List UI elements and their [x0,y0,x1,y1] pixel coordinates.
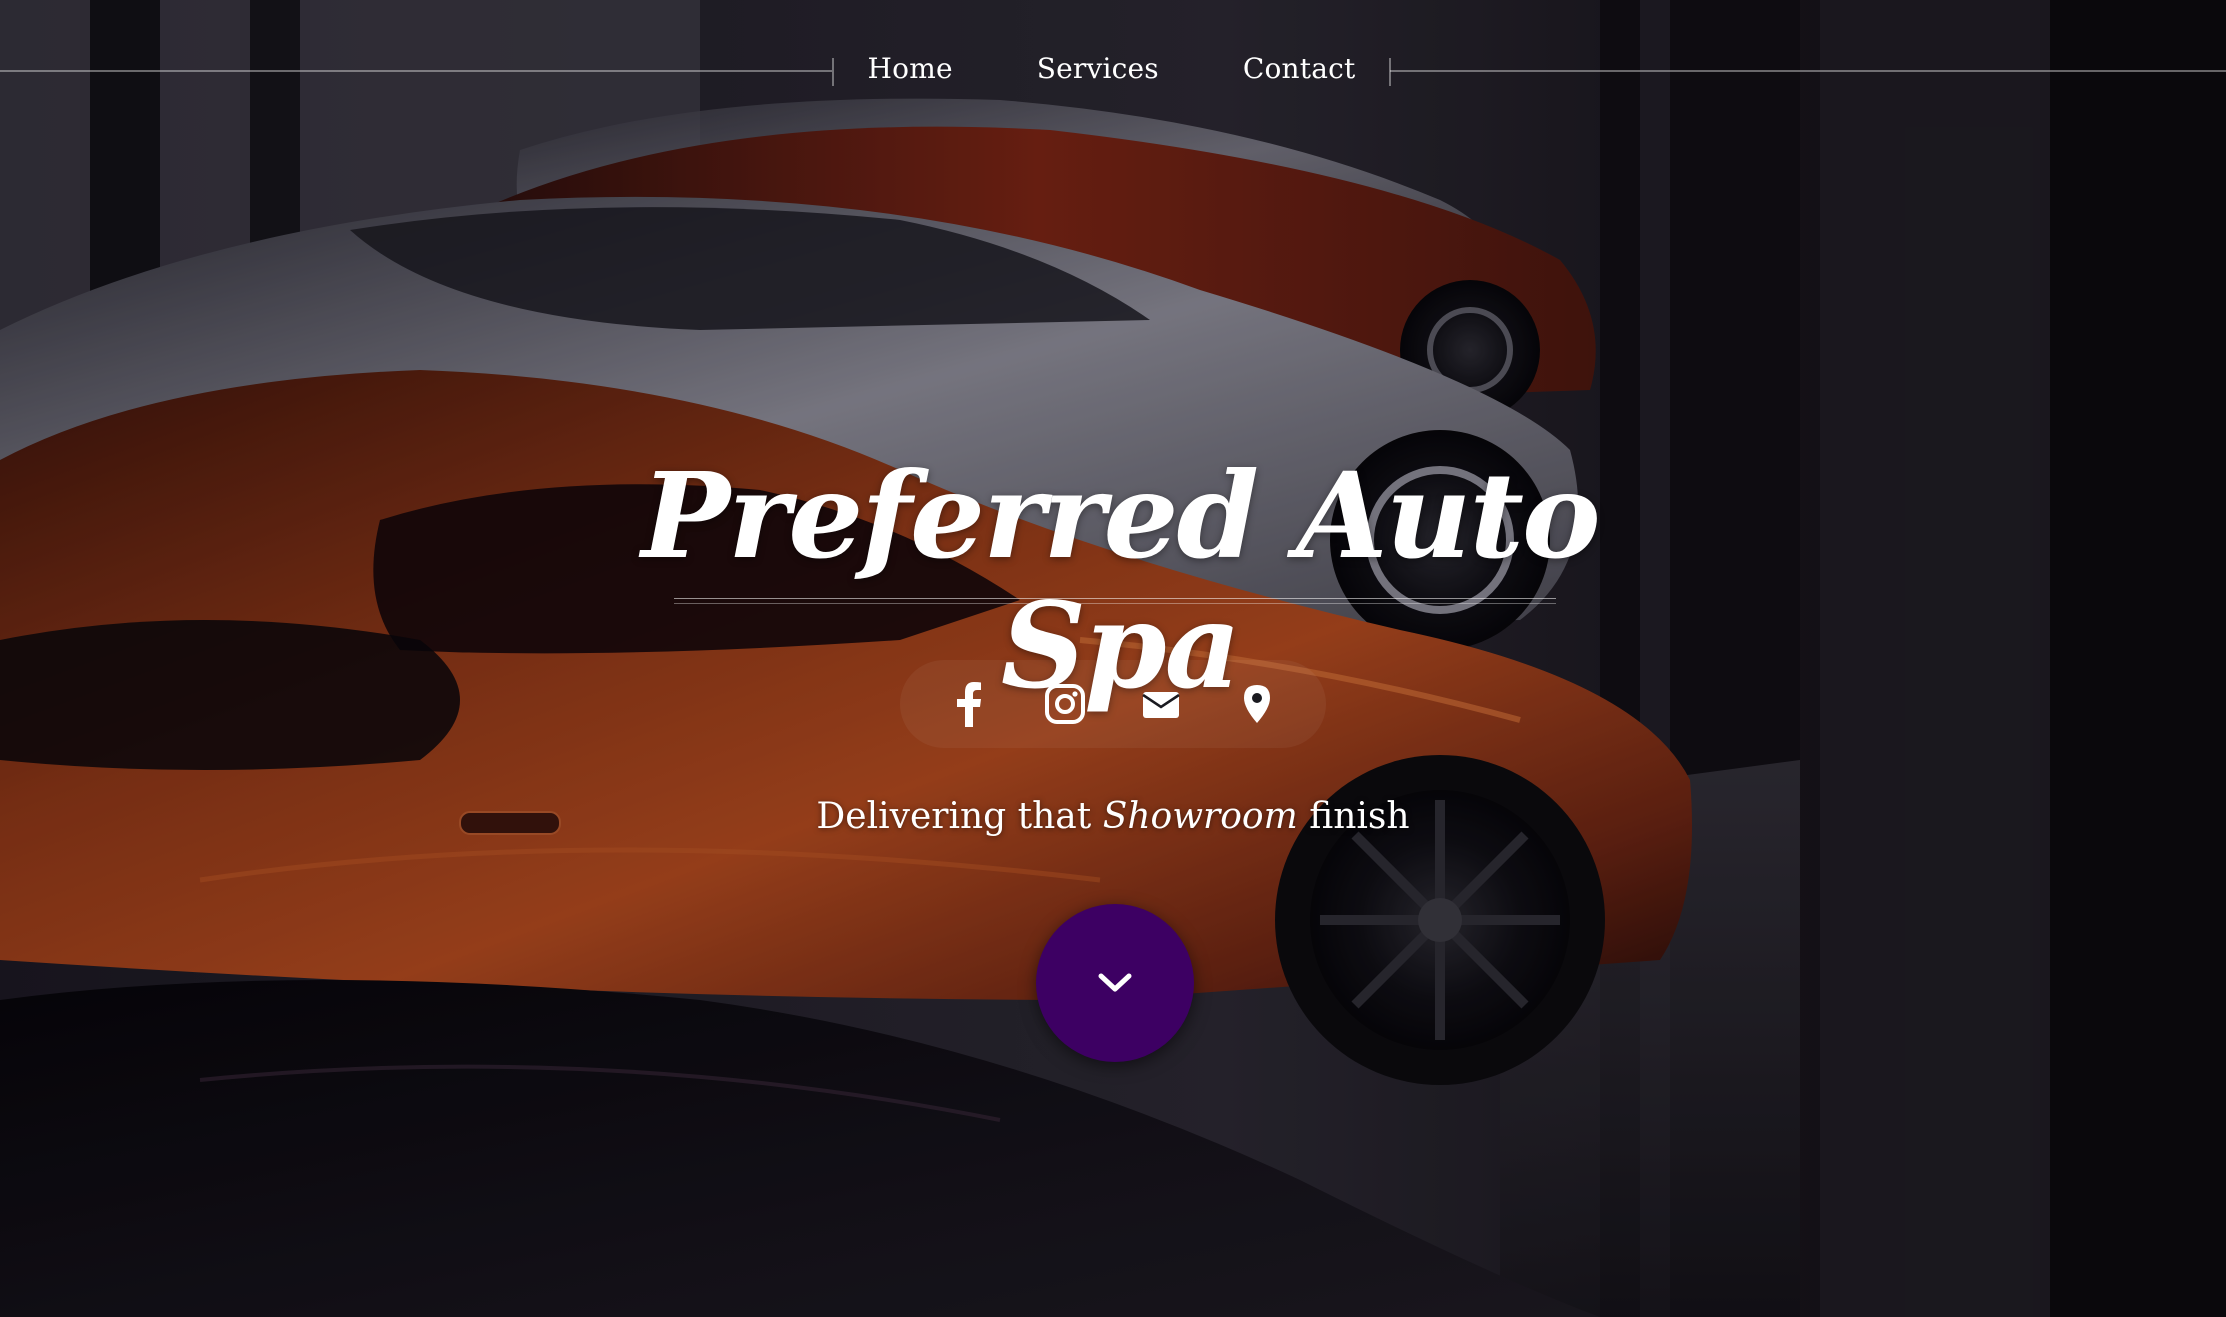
scroll-down-button[interactable] [1036,904,1194,1062]
tagline-text-after: finish [1309,796,1410,837]
nav-divider-left [0,70,832,72]
nav-home-link[interactable]: Home [826,52,995,85]
tagline-emphasis: Showroom [1102,796,1298,837]
title-divider [674,598,1556,604]
social-links [900,660,1326,748]
nav-divider-right [1390,70,2226,72]
chevron-down-icon [1098,973,1132,992]
nav-contact-link[interactable]: Contact [1201,52,1398,85]
hero-section: Home Services Contact Preferred Auto Spa [0,0,2226,1317]
tagline-text-before: Delivering that [816,796,1092,837]
main-nav: Home Services Contact [834,38,1389,98]
envelope-icon[interactable] [1137,680,1185,728]
facebook-icon[interactable] [945,680,993,728]
nav-services-link[interactable]: Services [995,52,1201,85]
map-marker-icon[interactable] [1233,680,1281,728]
nav-tick-right [1389,58,1391,86]
instagram-icon[interactable] [1041,680,1089,728]
hero-tagline: Delivering that Showroom finish [700,796,1526,837]
